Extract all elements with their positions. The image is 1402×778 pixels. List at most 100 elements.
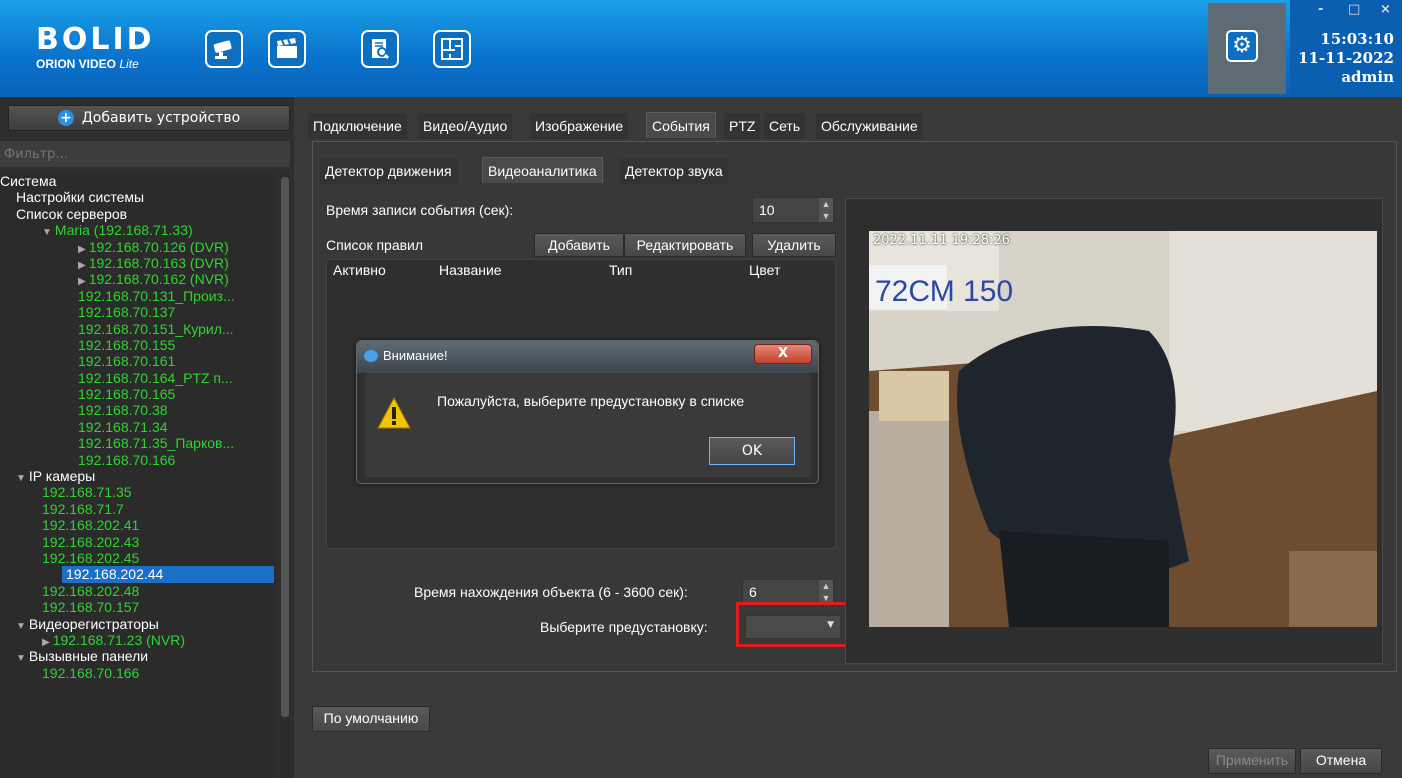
subtab-sound-detector[interactable]: Детектор звука [620,158,728,184]
tab-maintenance[interactable]: Обслуживание [816,113,923,139]
tree-item[interactable]: ▶ 192.168.70.162 (NVR) [0,271,276,287]
tree-item-label: Система [0,173,57,189]
delete-rule-button[interactable]: Удалить [752,233,836,257]
cancel-button[interactable]: Отмена [1300,748,1382,774]
tree-item-label: 192.168.70.162 (NVR) [88,271,229,288]
tree-item[interactable]: 192.168.70.165 [0,386,276,402]
dialog-titlebar: Внимание! X [357,341,818,373]
tree-item[interactable]: 192.168.71.7 [0,501,276,517]
tree-item[interactable]: ▼ Maria (192.168.71.33) [0,222,276,238]
tree-item[interactable]: 192.168.202.45 [0,550,276,566]
tree-item[interactable]: 192.168.70.38 [0,402,276,418]
tree-item-label: 192.168.71.23 (NVR) [52,631,186,648]
subtab-motion-detector[interactable]: Детектор движения [320,158,457,184]
spin-arrows-icon[interactable]: ▲ ▼ [819,198,833,222]
tree-item-label: 192.168.70.151_Курил... [78,320,234,337]
close-icon: X [777,346,789,361]
expand-right-icon[interactable]: ▶ [78,244,86,255]
expand-down-icon[interactable]: ▼ [42,227,52,238]
archive-button[interactable] [268,30,306,68]
expand-right-icon[interactable]: ▶ [78,260,86,271]
tree-item-label: Список серверов [16,205,128,222]
expand-right-icon[interactable]: ▶ [78,276,86,287]
add-device-label: Добавить устройство [81,110,241,126]
add-device-button[interactable]: + Добавить устройство [8,105,290,131]
subtab-video-analytics[interactable]: Видеоаналитика [482,157,603,183]
default-button[interactable]: По умолчанию [312,706,430,732]
tab-image[interactable]: Изображение [530,113,629,139]
tree-item[interactable]: 192.168.71.35_Парков... [0,435,276,451]
expand-down-icon[interactable]: ▼ [16,621,26,632]
tab-connection[interactable]: Подключение [308,113,407,139]
app-window: BOLID ORION VIDEO Lite ⚙ - □ × 15:03:10 … [0,0,1402,778]
column-type: Тип [609,262,633,278]
tree-item-label: 192.168.202.43 [42,533,140,550]
edit-rule-button[interactable]: Редактировать [624,233,746,257]
tree-item[interactable]: Система [0,173,276,189]
rules-label: Список правил [326,237,424,253]
expand-right-icon[interactable]: ▶ [42,637,50,648]
logo: BOLID ORION VIDEO Lite [36,25,164,72]
tree-item-label: 192.168.70.166 [42,664,140,681]
tab-ptz[interactable]: PTZ [724,113,761,139]
add-rule-button[interactable]: Добавить [534,233,624,257]
tab-events[interactable]: События [646,112,716,138]
tree-item[interactable]: 192.168.71.35 [0,484,276,500]
tree-item[interactable]: Список серверов [0,206,276,222]
tree-item[interactable]: 192.168.70.131_Произ... [0,288,276,304]
tree-item[interactable]: 192.168.70.137 [0,304,276,320]
plans-button[interactable] [433,30,471,68]
tree-item[interactable]: 192.168.70.155 [0,337,276,353]
tree-item-label: 192.168.71.34 [78,418,168,435]
event-time-spinbox[interactable]: 10 ▲ ▼ [752,197,834,223]
tab-video-audio[interactable]: Видео/Аудио [418,113,513,139]
filter-input[interactable] [0,141,290,167]
tab-network[interactable]: Сеть [764,113,806,139]
tree-item[interactable]: 192.168.70.157 [0,599,276,615]
minimize-button[interactable]: - [1318,2,1323,17]
expand-down-icon[interactable]: ▼ [16,653,26,664]
dialog-title: Внимание! [383,348,448,363]
tree-item[interactable]: Настройки системы [0,189,276,205]
tree-item[interactable]: 192.168.71.34 [0,419,276,435]
expand-down-icon[interactable]: ▼ [16,473,26,484]
tree-item-label: Видеорегистраторы [28,615,159,632]
tree-item[interactable]: 192.168.202.43 [0,534,276,550]
tree-item[interactable]: 192.168.70.151_Курил... [0,321,276,337]
settings-button[interactable]: ⚙ [1226,30,1258,62]
tree-item[interactable]: 192.168.70.166 [0,452,276,468]
tree-item[interactable]: ▶ 192.168.71.23 (NVR) [0,632,276,648]
events-log-button[interactable] [361,30,399,68]
tree-item-label: 192.168.70.166 [78,451,176,468]
apply-button[interactable]: Применить [1208,748,1296,774]
dialog-close-button[interactable]: X [754,344,812,364]
tree-item-label: 192.168.70.131_Произ... [78,287,235,304]
tree-item[interactable]: 192.168.202.48 [0,583,276,599]
tree-scrollbar[interactable] [280,173,290,778]
tree-item-label: 192.168.70.161 [78,353,176,370]
tree-item[interactable]: 192.168.70.164_PTZ п... [0,370,276,386]
tree-item[interactable]: 192.168.70.166 [0,665,276,681]
highlight-box [736,602,850,647]
clapperboard-icon [277,38,297,58]
cameras-button[interactable] [205,30,243,68]
window-controls: - □ × 15:03:10 11-11-2022 admin [1290,0,1402,97]
scrollbar-thumb[interactable] [281,177,289,717]
tree-item[interactable]: ▼ IP камеры [0,468,276,484]
tree-item[interactable]: 192.168.202.41 [0,517,276,533]
tree-item[interactable]: 192.168.70.161 [0,353,276,369]
tree-item[interactable]: ▶ 192.168.70.163 (DVR) [0,255,276,271]
sidebar: + Добавить устройство СистемаНастройки с… [0,97,294,778]
tree-item[interactable]: ▼ Вызывные панели [0,648,276,664]
tree-item[interactable]: 192.168.202.44 [62,566,274,583]
tree-item[interactable]: ▼ Видеорегистраторы [0,616,276,632]
ok-button[interactable]: OK [709,437,795,465]
close-button[interactable]: × [1380,2,1391,17]
dialog-message: Пожалуйста, выберите предустановку в спи… [437,393,745,409]
camera-scene-image: 72СМ 150 [869,231,1377,627]
warning-icon [377,397,411,429]
tree-item[interactable]: ▶ 192.168.70.126 (DVR) [0,239,276,255]
maximize-button[interactable]: □ [1348,2,1360,17]
spin-arrows-icon[interactable]: ▲ ▼ [819,580,833,604]
object-time-label: Время нахождения объекта (6 - 3600 сек): [414,584,688,600]
